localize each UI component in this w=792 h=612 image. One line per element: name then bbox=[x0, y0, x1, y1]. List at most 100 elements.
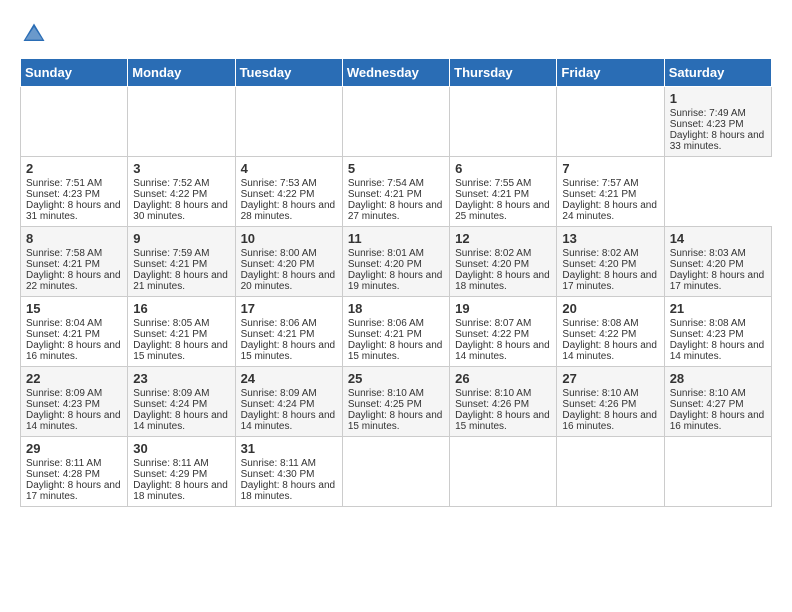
sunset: Sunset: 4:22 PM bbox=[133, 189, 207, 200]
sunset: Sunset: 4:20 PM bbox=[455, 259, 529, 270]
calendar-cell: 9Sunrise: 7:59 AMSunset: 4:21 PMDaylight… bbox=[128, 227, 235, 297]
calendar-cell: 17Sunrise: 8:06 AMSunset: 4:21 PMDayligh… bbox=[235, 297, 342, 367]
sunset: Sunset: 4:23 PM bbox=[670, 119, 744, 130]
sunrise: Sunrise: 8:11 AM bbox=[26, 458, 101, 469]
daylight: Daylight: 8 hours and 30 minutes. bbox=[133, 200, 228, 222]
day-number: 26 bbox=[455, 371, 551, 386]
day-of-week-header: Tuesday bbox=[235, 59, 342, 87]
calendar-cell: 30Sunrise: 8:11 AMSunset: 4:29 PMDayligh… bbox=[128, 437, 235, 507]
daylight: Daylight: 8 hours and 14 minutes. bbox=[562, 340, 657, 362]
calendar-cell: 27Sunrise: 8:10 AMSunset: 4:26 PMDayligh… bbox=[557, 367, 664, 437]
day-number: 7 bbox=[562, 161, 658, 176]
day-number: 11 bbox=[348, 231, 444, 246]
daylight: Daylight: 8 hours and 15 minutes. bbox=[133, 340, 228, 362]
calendar-row: 29Sunrise: 8:11 AMSunset: 4:28 PMDayligh… bbox=[21, 437, 772, 507]
calendar-row: 2 Sunrise: 7:51 AMSunset: 4:23 PM Daylight… bbox=[21, 157, 772, 227]
day-of-week-header: Monday bbox=[128, 59, 235, 87]
sunset: Sunset: 4:21 PM bbox=[26, 329, 100, 340]
day-number: 16 bbox=[133, 301, 229, 316]
daylight: Daylight: 8 hours and 27 minutes. bbox=[348, 200, 443, 222]
calendar-cell: 5Sunrise: 7:54 AMSunset: 4:21 PMDaylight… bbox=[342, 157, 449, 227]
sunset: Sunset: 4:21 PM bbox=[26, 259, 100, 270]
calendar-cell: 21Sunrise: 8:08 AMSunset: 4:23 PMDayligh… bbox=[664, 297, 771, 367]
day-number: 28 bbox=[670, 371, 766, 386]
daylight: Daylight: 8 hours and 18 minutes. bbox=[455, 270, 550, 292]
empty-cell bbox=[235, 87, 342, 157]
calendar-cell: 2Sunrise: 7:51 AMSunset: 4:23 PMDaylight… bbox=[21, 157, 128, 227]
sunset: Sunset: 4:29 PM bbox=[133, 469, 207, 480]
sunset: Sunset: 4:20 PM bbox=[348, 259, 422, 270]
sunset: Sunset: 4:25 PM bbox=[348, 399, 422, 410]
daylight: Daylight: 8 hours and 14 minutes. bbox=[455, 340, 550, 362]
daylight: Daylight: 8 hours and 18 minutes. bbox=[133, 480, 228, 502]
daylight: Daylight: 8 hours and 21 minutes. bbox=[133, 270, 228, 292]
sunrise: Sunrise: 8:11 AM bbox=[241, 458, 316, 469]
sunset: Sunset: 4:23 PM bbox=[670, 329, 744, 340]
daylight: Daylight: 8 hours and 24 minutes. bbox=[562, 200, 657, 222]
day-number: 13 bbox=[562, 231, 658, 246]
sunrise: Sunrise: 8:10 AM bbox=[670, 388, 746, 399]
calendar-cell: 13Sunrise: 8:02 AMSunset: 4:20 PMDayligh… bbox=[557, 227, 664, 297]
day-number: 19 bbox=[455, 301, 551, 316]
sunset: Sunset: 4:21 PM bbox=[562, 189, 636, 200]
day-number: 1 bbox=[670, 91, 766, 106]
sunrise: Sunrise: 8:10 AM bbox=[562, 388, 638, 399]
empty-cell bbox=[450, 87, 557, 157]
day-number: 27 bbox=[562, 371, 658, 386]
day-of-week-header: Sunday bbox=[21, 59, 128, 87]
day-number: 12 bbox=[455, 231, 551, 246]
calendar-cell: 8Sunrise: 7:58 AMSunset: 4:21 PMDaylight… bbox=[21, 227, 128, 297]
day-number: 15 bbox=[26, 301, 122, 316]
calendar-cell: 4Sunrise: 7:53 AMSunset: 4:22 PMDaylight… bbox=[235, 157, 342, 227]
empty-cell bbox=[342, 87, 449, 157]
daylight: Daylight: 8 hours and 17 minutes. bbox=[26, 480, 121, 502]
sunrise: Sunrise: 8:06 AM bbox=[241, 318, 317, 329]
calendar-cell: 15Sunrise: 8:04 AMSunset: 4:21 PMDayligh… bbox=[21, 297, 128, 367]
day-number: 14 bbox=[670, 231, 766, 246]
calendar-cell bbox=[664, 437, 771, 507]
empty-cell bbox=[21, 87, 128, 157]
calendar-cell: 23Sunrise: 8:09 AMSunset: 4:24 PMDayligh… bbox=[128, 367, 235, 437]
sunset: Sunset: 4:28 PM bbox=[26, 469, 100, 480]
calendar-cell: 24Sunrise: 8:09 AMSunset: 4:24 PMDayligh… bbox=[235, 367, 342, 437]
sunrise: Sunrise: 7:52 AM bbox=[133, 178, 209, 189]
sunset: Sunset: 4:20 PM bbox=[562, 259, 636, 270]
day-number: 23 bbox=[133, 371, 229, 386]
calendar-cell: 11Sunrise: 8:01 AMSunset: 4:20 PMDayligh… bbox=[342, 227, 449, 297]
daylight: Daylight: 8 hours and 16 minutes. bbox=[670, 410, 765, 432]
day-number: 2 bbox=[26, 161, 122, 176]
day-number: 22 bbox=[26, 371, 122, 386]
sunrise: Sunrise: 8:08 AM bbox=[562, 318, 638, 329]
logo-icon bbox=[20, 20, 48, 48]
sunrise: Sunrise: 8:08 AM bbox=[670, 318, 746, 329]
day-number: 10 bbox=[241, 231, 337, 246]
daylight: Daylight: 8 hours and 15 minutes. bbox=[455, 410, 550, 432]
day-number: 20 bbox=[562, 301, 658, 316]
calendar-row: 22Sunrise: 8:09 AMSunset: 4:23 PMDayligh… bbox=[21, 367, 772, 437]
sunrise: Sunrise: 8:10 AM bbox=[348, 388, 424, 399]
day-number: 31 bbox=[241, 441, 337, 456]
empty-cell bbox=[128, 87, 235, 157]
sunset: Sunset: 4:23 PM bbox=[26, 189, 100, 200]
sunset: Sunset: 4:24 PM bbox=[241, 399, 315, 410]
sunset: Sunset: 4:22 PM bbox=[562, 329, 636, 340]
sunrise: Sunrise: 8:09 AM bbox=[133, 388, 209, 399]
sunset: Sunset: 4:27 PM bbox=[670, 399, 744, 410]
sunrise: Sunrise: 7:51 AM bbox=[26, 178, 102, 189]
calendar-row: 8Sunrise: 7:58 AMSunset: 4:21 PMDaylight… bbox=[21, 227, 772, 297]
sunset: Sunset: 4:22 PM bbox=[455, 329, 529, 340]
calendar-cell: 31Sunrise: 8:11 AMSunset: 4:30 PMDayligh… bbox=[235, 437, 342, 507]
calendar-cell: 12Sunrise: 8:02 AMSunset: 4:20 PMDayligh… bbox=[450, 227, 557, 297]
day-of-week-header: Friday bbox=[557, 59, 664, 87]
calendar-cell: 22Sunrise: 8:09 AMSunset: 4:23 PMDayligh… bbox=[21, 367, 128, 437]
calendar-cell: 18Sunrise: 8:06 AMSunset: 4:21 PMDayligh… bbox=[342, 297, 449, 367]
calendar-cell: 28 Sunrise: 8:10 AMSunset: 4:27 PMDayligh… bbox=[664, 367, 771, 437]
daylight: Daylight: 8 hours and 15 minutes. bbox=[348, 410, 443, 432]
sunrise: Sunrise: 8:02 AM bbox=[562, 248, 638, 259]
sunset: Sunset: 4:20 PM bbox=[241, 259, 315, 270]
sunrise: Sunrise: 7:58 AM bbox=[26, 248, 102, 259]
calendar-cell: 1Sunrise: 7:49 AMSunset: 4:23 PMDaylight… bbox=[664, 87, 771, 157]
daylight: Daylight: 8 hours and 14 minutes. bbox=[241, 410, 336, 432]
calendar-cell: 29Sunrise: 8:11 AMSunset: 4:28 PMDayligh… bbox=[21, 437, 128, 507]
sunrise: Sunrise: 8:04 AM bbox=[26, 318, 102, 329]
